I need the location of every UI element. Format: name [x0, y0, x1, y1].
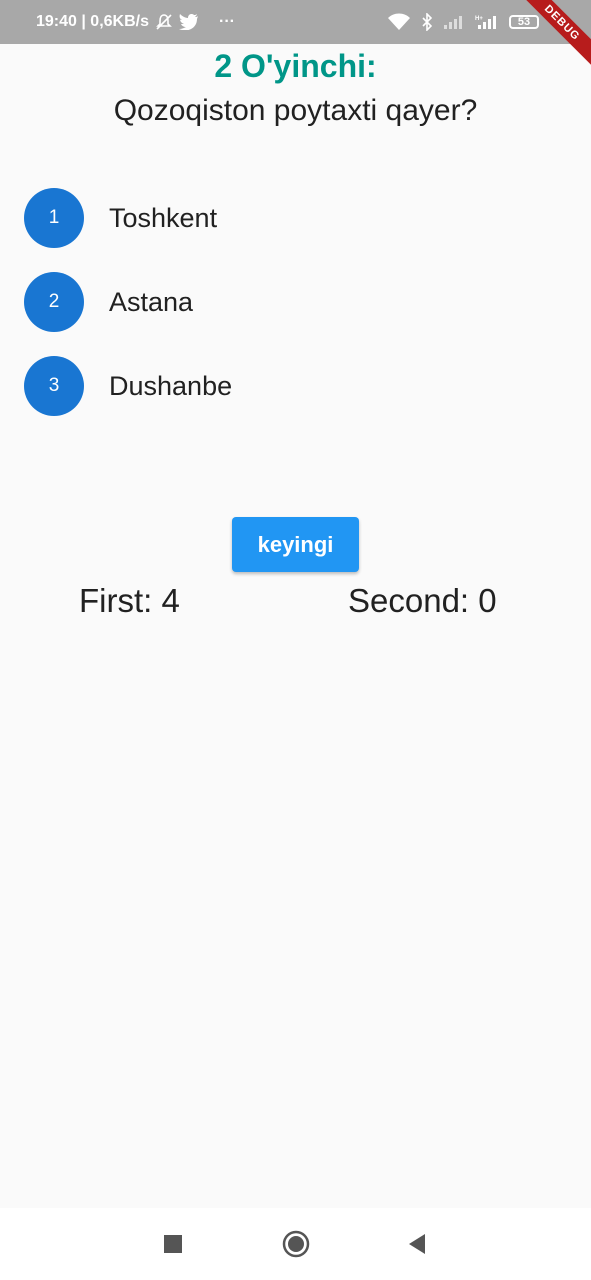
back-icon[interactable]	[382, 1208, 452, 1280]
answer-label: Toshkent	[109, 202, 218, 233]
answer-number-badge: 1	[24, 188, 84, 248]
answer-list: 1 Toshkent 2 Astana 3 Dushanbe	[24, 188, 564, 440]
question-text: Qozoqiston poytaxti qayer?	[113, 94, 478, 127]
status-bar: 19:40 | 0,6KB/s ··· H+ 53	[0, 0, 591, 44]
twitter-icon	[178, 14, 199, 30]
answer-number-badge: 2	[24, 272, 84, 332]
navigation-bar	[0, 1208, 591, 1280]
next-button[interactable]: keyingi	[232, 517, 359, 572]
answer-number-badge: 3	[24, 356, 84, 416]
svg-text:H+: H+	[475, 16, 483, 22]
signal-icon	[443, 14, 465, 30]
status-time-speed: 19:40 | 0,6KB/s	[36, 13, 149, 30]
do-not-disturb-icon	[155, 13, 173, 31]
status-left: 19:40 | 0,6KB/s ···	[36, 13, 235, 31]
answer-label: Dushanbe	[109, 370, 233, 401]
first-player-score: First: 4	[79, 582, 180, 619]
answer-option-1[interactable]: 1 Toshkent	[24, 188, 564, 248]
second-player-score: Second: 0	[348, 582, 497, 619]
battery-icon: 53	[509, 15, 539, 29]
status-more: ···	[218, 13, 235, 30]
wifi-icon	[387, 13, 411, 31]
player-title: 2 O'yinchi:	[214, 48, 377, 84]
answer-label: Astana	[109, 286, 194, 317]
home-icon[interactable]	[261, 1208, 331, 1280]
status-right: H+ 53	[387, 0, 539, 44]
answer-option-2[interactable]: 2 Astana	[24, 272, 564, 332]
bluetooth-icon	[421, 13, 433, 31]
signal-icon: H+	[475, 14, 499, 30]
answer-option-3[interactable]: 3 Dushanbe	[24, 356, 564, 416]
recent-apps-icon[interactable]	[138, 1208, 208, 1280]
